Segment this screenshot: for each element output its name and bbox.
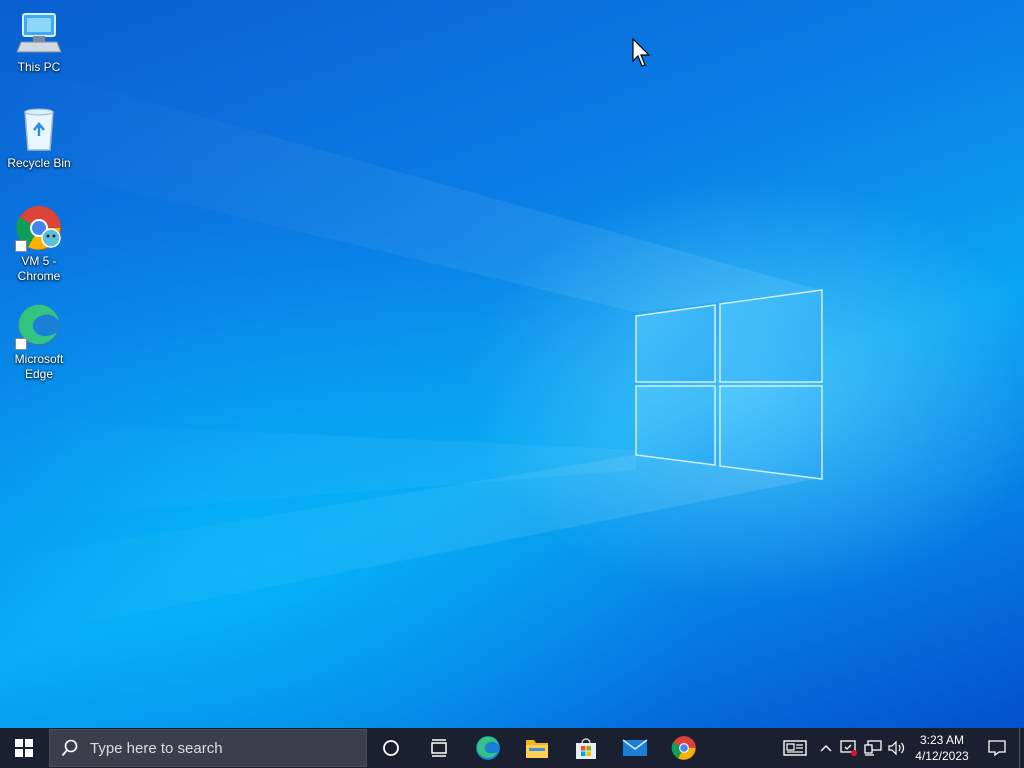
this-pc-icon [15, 10, 63, 58]
taskbar-app-edge[interactable] [463, 728, 512, 768]
tray-security-button[interactable] [837, 728, 861, 768]
taskbar-app-chrome[interactable] [659, 728, 708, 768]
mouse-cursor-icon [632, 38, 651, 67]
wallpaper-art [0, 60, 823, 640]
desktop-icon-vm5-chrome[interactable]: VM 5 - Chrome [1, 204, 77, 284]
cortana-circle-icon [383, 740, 399, 756]
taskbar-app-file-explorer[interactable] [512, 728, 561, 768]
shortcut-arrow-icon [15, 338, 27, 350]
clock-time: 3:23 AM [919, 733, 964, 747]
store-bag-icon [575, 738, 596, 759]
desktop-icon-this-pc[interactable]: This PC [1, 10, 77, 75]
clock-date: 4/12/2023 [915, 749, 969, 763]
taskbar-app-microsoft-store[interactable] [561, 728, 610, 768]
chrome-icon [671, 736, 696, 760]
search-icon [50, 739, 90, 757]
show-desktop-button[interactable] [1019, 728, 1024, 768]
chrome-icon [15, 204, 63, 252]
taskbar: Type here to search 3:23 AM 4/12/2023 [0, 728, 1024, 768]
task-view-icon [431, 739, 447, 757]
notification-center-button[interactable] [975, 728, 1019, 768]
news-widget-button[interactable] [775, 728, 815, 768]
chevron-up-icon [820, 745, 832, 752]
desktop-icon-recycle-bin[interactable]: Recycle Bin [1, 106, 77, 171]
desktop-icon-microsoft-edge[interactable]: Microsoft Edge [1, 302, 77, 382]
desktop-icon-label: VM 5 - Chrome [17, 254, 61, 283]
edge-icon [15, 302, 63, 350]
network-icon [864, 740, 882, 756]
desktop-icon-label: Recycle Bin [7, 156, 71, 170]
folder-icon [525, 740, 548, 758]
volume-icon [888, 740, 905, 756]
notification-icon [988, 740, 1006, 757]
volume-button[interactable] [885, 728, 909, 768]
windows-logo-icon [15, 739, 33, 757]
shortcut-arrow-icon [15, 240, 27, 252]
desktop-icon-label: Microsoft Edge [14, 352, 64, 381]
search-placeholder: Type here to search [90, 739, 223, 757]
taskbar-clock[interactable]: 3:23 AM 4/12/2023 [909, 728, 975, 768]
edge-icon [475, 736, 500, 760]
mail-envelope-icon [622, 739, 647, 756]
taskbar-search-box[interactable]: Type here to search [49, 729, 367, 767]
desktop-icon-label: This PC [17, 60, 61, 74]
taskbar-app-mail[interactable] [610, 728, 659, 768]
task-view-button[interactable] [415, 728, 463, 768]
system-tray: 3:23 AM 4/12/2023 [775, 728, 1024, 768]
recycle-bin-icon [15, 106, 63, 154]
start-button[interactable] [0, 728, 48, 768]
cortana-button[interactable] [367, 728, 415, 768]
desktop-background[interactable]: This PC Recycle Bin VM 5 - Chrome Micros… [0, 0, 1024, 728]
show-hidden-icons-button[interactable] [815, 728, 837, 768]
news-icon [783, 740, 807, 756]
network-button[interactable] [861, 728, 885, 768]
security-alert-icon [840, 740, 857, 756]
